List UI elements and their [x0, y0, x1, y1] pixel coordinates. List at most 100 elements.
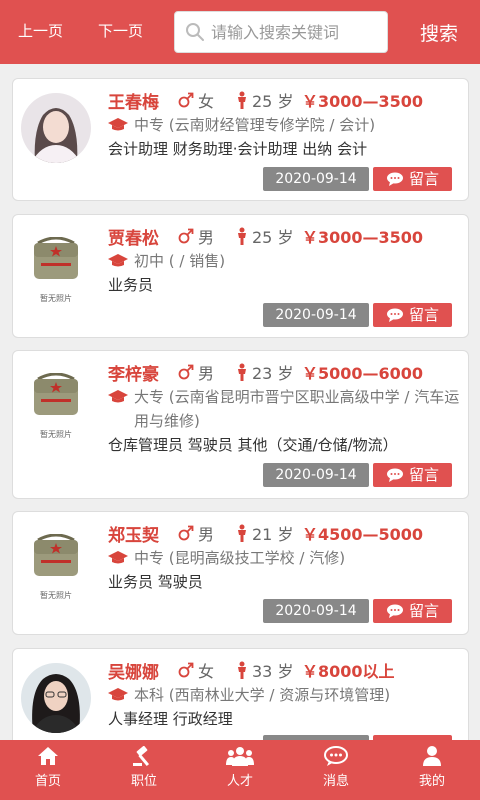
home-icon: [38, 747, 58, 765]
nav-messages[interactable]: 消息: [288, 740, 384, 800]
candidate-card[interactable]: 王春梅 女 25 岁 ￥3000—3500 中专 (云南财经管理专修学院 / 会…: [12, 78, 469, 201]
chat-bubble-icon: [386, 468, 403, 482]
gavel-icon: [133, 746, 150, 766]
male-icon: [178, 228, 194, 244]
bottom-nav: 首页 职位 人才 消息 我的: [0, 740, 480, 800]
male-icon: [178, 364, 194, 380]
candidate-info: 郑玉契 男 21 岁 ￥4500—5000 中专 (昆明高级技工学校 / 汽修)…: [108, 520, 463, 594]
person-icon: [238, 524, 246, 542]
users-icon: [226, 747, 254, 766]
candidate-info: 李梓豪 男 23 岁 ￥5000—6000 大专 (云南省昆明市晋宁区职业高级中…: [108, 359, 463, 457]
avatar: [21, 663, 91, 733]
top-bar: 上一页 下一页 搜索: [0, 0, 480, 64]
nav-jobs[interactable]: 职位: [96, 740, 192, 800]
chat-icon: [324, 746, 348, 766]
education: 初中 ( / 销售): [134, 252, 226, 270]
education: 中专 (云南财经管理专修学院 / 会计): [134, 116, 376, 134]
nav-talent[interactable]: 人才: [192, 740, 288, 800]
job-intentions: 仓库管理员 驾驶员 其他（交通/仓储/物流）: [108, 436, 398, 454]
candidate-card[interactable]: 暂无照片 郑玉契 男 21 岁 ￥4500—5000 中专 (昆明高级技工学校 …: [12, 511, 469, 635]
message-button[interactable]: 留言: [373, 463, 452, 487]
chat-bubble-icon: [386, 604, 403, 618]
job-intentions: 业务员: [108, 276, 154, 294]
candidate-card[interactable]: 暂无照片 贾春松 男 25 岁 ￥3000—3500 初中 ( / 销售) 业务…: [12, 214, 469, 338]
date-badge: 2020-09-14: [263, 167, 369, 191]
bag-icon: [34, 533, 78, 576]
salary: ￥3000—3500: [302, 228, 424, 247]
date-badge: 2020-09-14: [263, 303, 369, 327]
no-photo-text: 暂无照片: [40, 294, 72, 303]
candidate-card[interactable]: 暂无照片 李梓豪 男 23 岁 ￥5000—6000 大专 (云南省昆明市晋宁区…: [12, 350, 469, 499]
graduation-cap-icon: [108, 688, 128, 701]
user-icon: [423, 746, 441, 766]
salary: ￥4500—5000: [302, 525, 424, 544]
gender: 男: [178, 224, 236, 248]
message-button[interactable]: 留言: [373, 599, 452, 623]
female-icon: [178, 662, 194, 678]
salary: ￥3000—3500: [302, 92, 424, 111]
person-icon: [238, 91, 246, 109]
graduation-cap-icon: [108, 390, 128, 403]
person-icon: [238, 227, 246, 245]
education: 中专 (昆明高级技工学校 / 汽修): [134, 549, 346, 567]
no-photo-placeholder: 暂无照片: [23, 372, 89, 453]
education: 大专 (云南省昆明市晋宁区职业高级中学 / 汽车运用与维修): [134, 388, 460, 430]
education-line: 初中 ( / 销售): [108, 249, 463, 273]
bag-icon: [34, 372, 78, 415]
person-icon: [238, 661, 246, 679]
salary: ￥5000—6000: [302, 364, 424, 383]
bag-icon: [34, 236, 78, 279]
no-photo-placeholder: 暂无照片: [23, 236, 89, 317]
graduation-cap-icon: [108, 254, 128, 267]
no-photo-text: 暂无照片: [40, 430, 72, 439]
nav-mine[interactable]: 我的: [384, 740, 480, 800]
gender: 男: [178, 360, 236, 384]
nav-home[interactable]: 首页: [0, 740, 96, 800]
age: 33 岁: [236, 658, 302, 682]
date-badge: 2020-09-14: [263, 463, 369, 487]
age: 25 岁: [236, 224, 302, 248]
gender: 女: [178, 658, 236, 682]
candidate-name: 吴娜娜: [108, 662, 159, 683]
education-line: 中专 (云南财经管理专修学院 / 会计): [108, 113, 463, 137]
chat-bubble-icon: [386, 172, 403, 186]
avatar: [21, 93, 91, 163]
education: 本科 (西南林业大学 / 资源与环境管理): [134, 686, 391, 704]
age: 25 岁: [236, 88, 302, 112]
date-badge: 2020-09-14: [263, 599, 369, 623]
next-page-link[interactable]: 下一页: [98, 20, 143, 41]
candidate-name: 李梓豪: [108, 364, 159, 385]
candidate-name: 贾春松: [108, 228, 159, 249]
job-intentions: 业务员 驾驶员: [108, 573, 203, 591]
age: 23 岁: [236, 360, 302, 384]
gender: 女: [178, 88, 236, 112]
graduation-cap-icon: [108, 551, 128, 564]
education-line: 大专 (云南省昆明市晋宁区职业高级中学 / 汽车运用与维修): [108, 385, 463, 433]
search-icon: [186, 23, 204, 41]
education-line: 本科 (西南林业大学 / 资源与环境管理): [108, 683, 463, 707]
job-intentions: 会计助理 财务助理·会计助理 出纳 会计: [108, 140, 368, 158]
job-intentions: 人事经理 行政经理: [108, 710, 233, 728]
candidate-name: 王春梅: [108, 92, 159, 113]
candidate-info: 吴娜娜 女 33 岁 ￥8000以上 本科 (西南林业大学 / 资源与环境管理)…: [108, 657, 463, 731]
female-icon: [178, 92, 194, 108]
candidate-info: 王春梅 女 25 岁 ￥3000—3500 中专 (云南财经管理专修学院 / 会…: [108, 87, 463, 161]
chat-bubble-icon: [386, 308, 403, 322]
gender: 男: [178, 521, 236, 545]
male-icon: [178, 525, 194, 541]
message-button[interactable]: 留言: [373, 167, 452, 191]
education-line: 中专 (昆明高级技工学校 / 汽修): [108, 546, 463, 570]
graduation-cap-icon: [108, 118, 128, 131]
candidate-info: 贾春松 男 25 岁 ￥3000—3500 初中 ( / 销售) 业务员: [108, 223, 463, 297]
search-box[interactable]: [174, 11, 388, 53]
salary: ￥8000以上: [302, 662, 395, 681]
no-photo-placeholder: 暂无照片: [23, 533, 89, 614]
person-icon: [238, 363, 246, 381]
candidate-name: 郑玉契: [108, 525, 159, 546]
prev-page-link[interactable]: 上一页: [18, 20, 63, 41]
search-button[interactable]: 搜索: [420, 19, 458, 46]
age: 21 岁: [236, 521, 302, 545]
no-photo-text: 暂无照片: [40, 591, 72, 600]
message-button[interactable]: 留言: [373, 303, 452, 327]
search-input[interactable]: [211, 22, 381, 42]
